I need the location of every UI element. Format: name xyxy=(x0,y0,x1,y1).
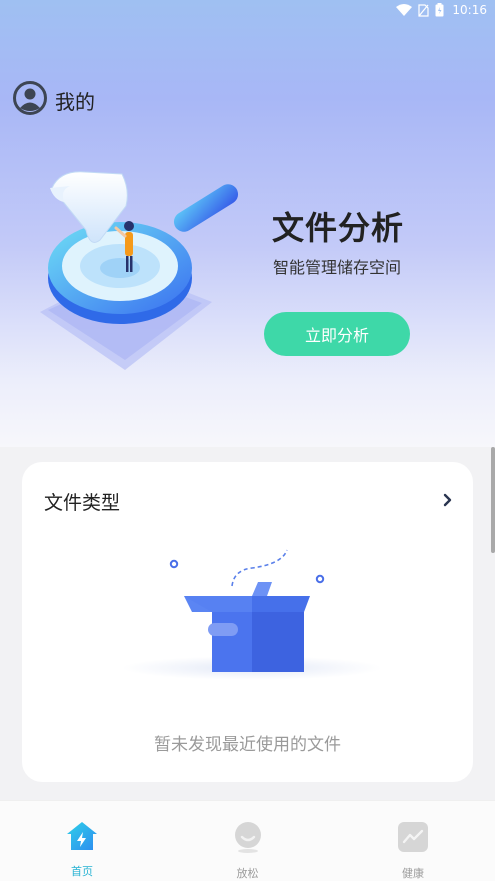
empty-state-text: 暂未发现最近使用的文件 xyxy=(154,735,341,755)
card-title: 文件类型 xyxy=(44,492,121,514)
nav-label-relax: 放松 xyxy=(236,867,259,880)
chevron-right-icon[interactable] xyxy=(443,492,453,511)
no-sim-icon xyxy=(418,3,430,17)
status-bar: 10:16 xyxy=(0,0,495,20)
status-time: 10:16 xyxy=(452,3,487,17)
hero-title: 文件分析 xyxy=(272,209,405,247)
profile-button[interactable]: 我的 xyxy=(13,81,95,119)
nav-label-home: 首页 xyxy=(71,865,93,878)
empty-box-illustration xyxy=(122,542,382,686)
battery-icon xyxy=(435,3,444,17)
nav-item-relax[interactable]: 放松 xyxy=(198,801,298,881)
hero-subtitle: 智能管理储存空间 xyxy=(273,258,402,277)
nav-label-health: 健康 xyxy=(402,867,424,880)
nav-item-home[interactable]: 首页 xyxy=(32,801,132,881)
analyze-now-button[interactable]: 立即分析 xyxy=(264,312,410,356)
health-chart-icon xyxy=(397,821,429,857)
scrollbar[interactable] xyxy=(491,447,495,553)
bottom-nav: 首页 放松 健康 xyxy=(0,800,495,881)
relax-face-icon xyxy=(232,821,264,857)
file-types-card[interactable]: 文件类型 暂未发现最近使用的文件 xyxy=(22,462,473,782)
user-avatar-icon xyxy=(13,81,47,119)
wifi-icon xyxy=(396,4,413,16)
nav-item-health[interactable]: 健康 xyxy=(363,801,463,881)
profile-label: 我的 xyxy=(55,89,95,114)
home-bolt-icon xyxy=(66,821,98,855)
magnifier-document-illustration xyxy=(30,160,250,379)
